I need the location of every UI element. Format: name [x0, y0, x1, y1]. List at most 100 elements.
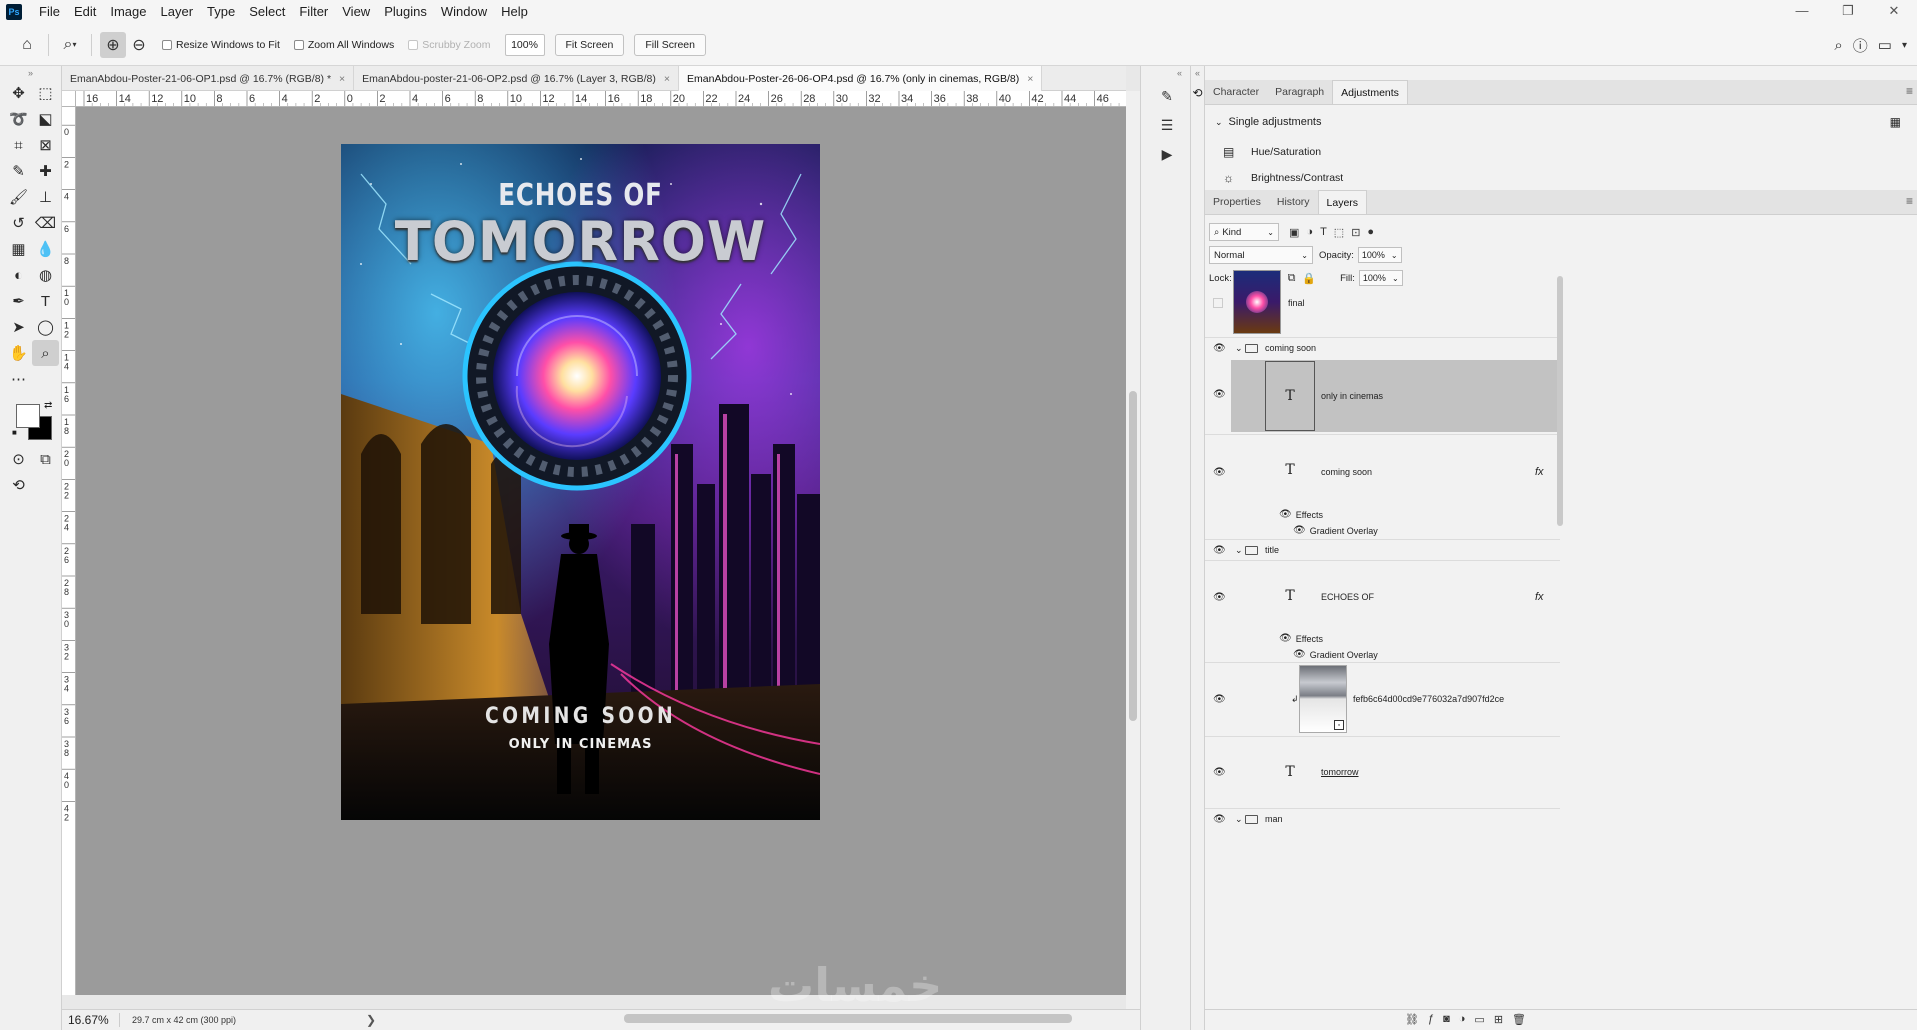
zoom-all-windows-checkbox[interactable]: Zoom All Windows — [293, 39, 394, 51]
zoom-tool-preset-icon[interactable]: ⌕ ▾ — [57, 32, 83, 58]
object-selection-tool-icon[interactable]: ⬕ — [32, 106, 59, 132]
fill-screen-button[interactable]: Fill Screen — [634, 33, 706, 56]
zoom-value-field[interactable]: 100% — [504, 33, 545, 56]
doc-tab-op1[interactable]: EmanAbdou-Poster-21-06-OP1.psd @ 16.7% (… — [62, 66, 355, 91]
menu-edit[interactable]: Edit — [67, 0, 103, 24]
move-tool-icon[interactable]: ✥ — [5, 80, 32, 106]
poster-artwork[interactable]: ECHOES OF TOMORROW COMING SOON ONLY IN C… — [341, 144, 820, 820]
zoom-tool-icon[interactable]: ⌕ — [32, 340, 59, 366]
menu-file[interactable]: File — [32, 0, 67, 24]
adjust-dock-icon[interactable]: ☰ — [1154, 112, 1180, 138]
single-adjustments-section[interactable]: ⌄ Single adjustments ▦ — [1205, 105, 1917, 139]
menu-type[interactable]: Type — [200, 0, 242, 24]
gradient-overlay-row[interactable]: 👁 Gradient Overlay — [1293, 649, 1378, 660]
group-coming-soon[interactable]: 👁 ⌄ coming soon — [1205, 339, 1565, 357]
hand-tool-icon[interactable]: ✋ — [5, 340, 32, 366]
gradient-tool-icon[interactable]: ▦ — [5, 236, 32, 262]
actions-play-icon[interactable]: ▶ — [1154, 141, 1180, 167]
scrubby-zoom-checkbox[interactable]: Scrubby Zoom — [408, 39, 491, 51]
menu-window[interactable]: Window — [434, 0, 494, 24]
zoom-out-icon[interactable]: ⊖ — [126, 32, 152, 58]
history-brush-tool-icon[interactable]: ↺ — [5, 210, 32, 236]
type-tool-icon[interactable]: T — [32, 288, 59, 314]
fx-icon[interactable]: fx — [1535, 591, 1544, 603]
frame-tool-icon[interactable]: ⊠ — [32, 132, 59, 158]
eye-icon[interactable]: 👁 — [1293, 525, 1306, 536]
chevron-down-icon[interactable]: ⌄ — [1235, 545, 1243, 556]
panel-menu-icon[interactable]: ≡ — [1906, 194, 1913, 208]
blur-tool-icon[interactable]: 💧 — [32, 236, 59, 262]
panel-menu-icon[interactable]: ≡ — [1906, 84, 1913, 98]
add-mask-icon[interactable]: ◙ — [1443, 1013, 1450, 1026]
color-swatches[interactable]: ⇄ ■ — [12, 400, 61, 446]
scroll-thumb[interactable] — [1129, 391, 1137, 721]
grid-view-icon[interactable]: ▦ — [1890, 115, 1901, 129]
opacity-field[interactable]: 100% ⌄ — [1357, 247, 1402, 263]
eyedropper-tool-icon[interactable]: ✎ — [5, 158, 32, 184]
filter-shape-icon[interactable]: ⬚ — [1334, 226, 1344, 239]
menu-image[interactable]: Image — [103, 0, 153, 24]
menu-plugins[interactable]: Plugins — [377, 0, 434, 24]
chevron-down-icon[interactable]: ⌄ — [1235, 814, 1243, 825]
more-tools-icon[interactable]: ⋯ — [5, 366, 32, 392]
eye-icon[interactable]: 👁 — [1213, 694, 1226, 705]
restore-button[interactable]: ❐ — [1825, 0, 1871, 24]
brush-tool-icon[interactable]: 🖌 — [5, 184, 32, 210]
filter-toggle-icon[interactable]: ● — [1367, 226, 1374, 239]
effects-row[interactable]: 👁 Effects — [1279, 633, 1323, 644]
eye-icon[interactable]: 👁 — [1293, 649, 1306, 660]
filter-pixel-icon[interactable]: ▣ — [1289, 226, 1299, 239]
properties-dock-icon[interactable]: ✎ — [1154, 83, 1180, 109]
doc-tab-op4[interactable]: EmanAbdou-Poster-26-06-OP4.psd @ 16.7% (… — [679, 66, 1043, 91]
group-man[interactable]: 👁 ⌄ man — [1205, 810, 1565, 828]
add-style-icon[interactable]: ƒ — [1428, 1013, 1434, 1026]
filter-kind-select[interactable]: ⌕ Kind ⌄ — [1209, 223, 1279, 241]
adj-brightness-contrast[interactable]: ☼ Brightness/Contrast — [1205, 165, 1917, 191]
adj-hue-saturation[interactable]: ▤ Hue/Saturation — [1205, 139, 1917, 165]
dodge-tool-icon[interactable]: ◐ — [5, 262, 32, 288]
collapse-icon[interactable]: « — [1141, 66, 1190, 80]
sponge-tool-icon[interactable]: ◍ — [32, 262, 59, 288]
screen-mode-icon[interactable]: ⧉ — [32, 446, 59, 472]
visibility-toggle-off[interactable] — [1213, 298, 1223, 308]
tab-history[interactable]: History — [1269, 190, 1318, 214]
collapse-icon[interactable]: « — [1191, 66, 1204, 80]
crop-tool-icon[interactable]: ⌗ — [5, 132, 32, 158]
close-icon[interactable]: × — [664, 73, 670, 85]
foreground-color-swatch[interactable] — [16, 404, 40, 428]
close-button[interactable]: ✕ — [1871, 0, 1917, 24]
filter-smart-icon[interactable]: ⊡ — [1351, 226, 1360, 239]
home-icon[interactable]: ⌂ — [14, 32, 40, 58]
zoom-in-icon[interactable]: ⊕ — [100, 31, 126, 58]
healing-brush-tool-icon[interactable]: ✚ — [32, 158, 59, 184]
layer-only-in-cinemas[interactable]: T only in cinemas — [1231, 360, 1557, 432]
menu-filter[interactable]: Filter — [292, 0, 335, 24]
close-icon[interactable]: × — [339, 73, 345, 85]
menu-view[interactable]: View — [335, 0, 377, 24]
fit-screen-button[interactable]: Fit Screen — [554, 33, 625, 56]
blend-mode-select[interactable]: Normal ⌄ — [1209, 246, 1313, 264]
link-layers-icon[interactable]: ⛓ — [1405, 1013, 1419, 1026]
tab-layers[interactable]: Layers — [1317, 190, 1368, 214]
new-group-icon[interactable]: ▭ — [1474, 1013, 1484, 1026]
filter-adjustment-icon[interactable]: ◑ — [1306, 226, 1313, 239]
gradient-overlay-row[interactable]: 👁 Gradient Overlay — [1293, 525, 1378, 536]
layers-scrollbar[interactable] — [1557, 276, 1563, 526]
horizontal-scrollbar[interactable] — [624, 1014, 1072, 1023]
workspace-icon[interactable]: ▭ — [1878, 36, 1892, 54]
eye-icon[interactable]: 👁 — [1213, 767, 1226, 778]
doc-tab-op2[interactable]: EmanAbdou-poster-21-06-OP2.psd @ 16.7% (… — [354, 66, 680, 91]
eye-icon[interactable]: 👁 — [1213, 545, 1226, 556]
group-title[interactable]: 👁 ⌄ title — [1205, 541, 1565, 559]
eye-icon[interactable]: 👁 — [1279, 633, 1292, 644]
menu-select[interactable]: Select — [242, 0, 292, 24]
new-adjustment-icon[interactable]: ◑ — [1459, 1013, 1466, 1026]
search-icon[interactable]: ⌕ — [1834, 37, 1842, 54]
eraser-tool-icon[interactable]: ⌫ — [32, 210, 59, 236]
tab-paragraph[interactable]: Paragraph — [1267, 80, 1332, 104]
tab-adjustments[interactable]: Adjustments — [1332, 80, 1408, 104]
default-colors-icon[interactable]: ■ — [12, 428, 17, 437]
eye-icon[interactable]: 👁 — [1213, 343, 1226, 354]
pen-tool-icon[interactable]: ✒ — [5, 288, 32, 314]
fx-icon[interactable]: fx — [1535, 466, 1544, 478]
